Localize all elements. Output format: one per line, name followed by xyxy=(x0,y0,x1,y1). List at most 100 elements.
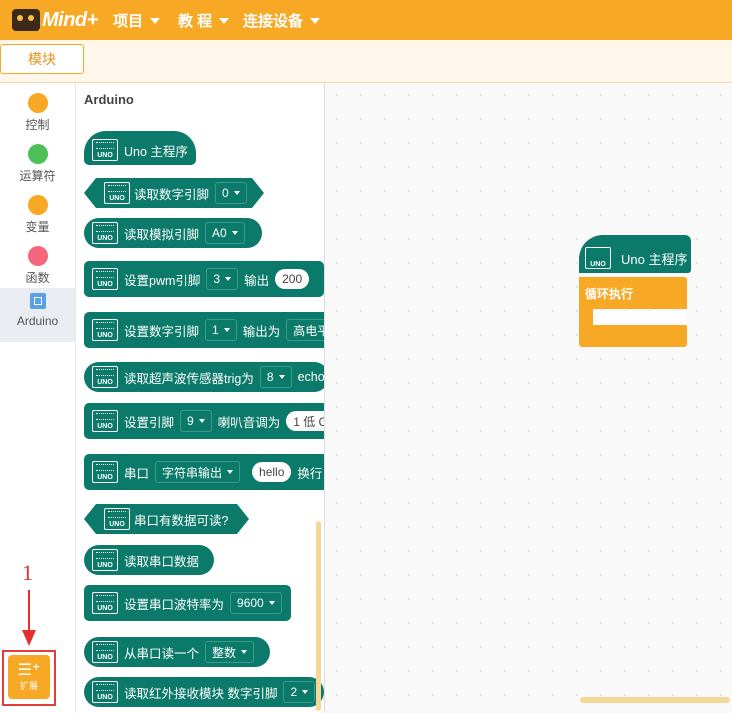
block-label: 喇叭音调为 xyxy=(217,415,281,430)
serial-text-input[interactable]: hello xyxy=(252,462,292,482)
code-workspace[interactable] xyxy=(325,83,732,713)
block-serial-available[interactable]: UNO 串口有数据可读? xyxy=(84,504,249,534)
menu-connect-device[interactable]: 连接设备 xyxy=(243,10,321,31)
block-label: 换行 xyxy=(297,466,323,481)
pin-dropdown[interactable]: 1 xyxy=(205,319,237,341)
menu-tutorial[interactable]: 教 程 xyxy=(178,10,230,31)
dropdown-value: 高电平 xyxy=(293,323,324,338)
operators-color-dot xyxy=(27,144,48,164)
block-read-ir-receiver[interactable]: UNO 读取红外接收模块 数字引脚 2 xyxy=(84,677,324,707)
loop-slot xyxy=(593,311,687,323)
menu-project-label: 项目 xyxy=(113,13,144,30)
block-label: 设置引脚 xyxy=(124,415,175,430)
uno-board-icon: UNO xyxy=(92,222,118,244)
menu-tutorial-label: 教 程 xyxy=(178,13,213,30)
palette-scrollbar[interactable] xyxy=(316,521,321,711)
control-color-dot xyxy=(27,93,48,113)
pin-dropdown[interactable]: 2 xyxy=(283,681,316,703)
category-label: 函数 xyxy=(25,271,50,285)
category-label: 变量 xyxy=(25,220,50,234)
block-label: 输出为 xyxy=(242,324,281,339)
tone-value-input[interactable]: 1 低 C xyxy=(286,411,324,431)
block-label: echo xyxy=(297,370,325,384)
uno-board-icon: UNO xyxy=(92,549,118,571)
top-bar: Mind+ 项目 教 程 连接设备 xyxy=(0,0,732,40)
block-set-baud-rate[interactable]: UNO 设置串口波特率为 9600 xyxy=(84,585,291,621)
block-set-buzzer-tone[interactable]: UNO 设置引脚 9 喇叭音调为 1 低 C xyxy=(84,403,324,439)
category-control[interactable]: 控制 xyxy=(0,88,75,138)
variables-color-dot xyxy=(27,195,48,215)
block-uno-main[interactable]: UNO Uno 主程序 xyxy=(84,131,196,165)
output-mode-dropdown[interactable]: 字符串输出 xyxy=(155,461,241,483)
annotation-arrow-line xyxy=(28,590,30,632)
uno-board-icon: UNO xyxy=(92,139,118,161)
pin-dropdown[interactable]: 0 xyxy=(215,182,247,204)
chevron-down-icon xyxy=(219,17,230,24)
pin-dropdown[interactable]: 9 xyxy=(180,410,212,432)
workspace-loop-block[interactable]: 循环执行 xyxy=(579,277,687,309)
extension-button[interactable]: ☰⁺ 扩展 xyxy=(8,655,50,699)
pwm-value-input[interactable]: 200 xyxy=(275,269,310,289)
trig-pin-dropdown[interactable]: 8 xyxy=(259,366,292,388)
category-functions[interactable]: 函数 xyxy=(0,241,75,291)
baud-rate-dropdown[interactable]: 9600 xyxy=(230,592,282,614)
chevron-down-icon xyxy=(302,690,309,694)
uno-board-icon: UNO xyxy=(92,681,118,703)
dropdown-value: A0 xyxy=(212,226,227,240)
uno-board-icon: UNO xyxy=(92,366,118,388)
block-label: 读取数字引脚 xyxy=(134,187,210,202)
block-set-pwm-pin[interactable]: UNO 设置pwm引脚 3 输出 200 xyxy=(84,261,324,297)
block-label: Uno 主程序 xyxy=(621,252,688,267)
block-label: 输出 xyxy=(244,273,270,288)
loop-label: 循环执行 xyxy=(585,287,634,301)
uno-board-icon: UNO xyxy=(585,247,611,269)
block-label: Uno 主程序 xyxy=(124,144,188,159)
annotation-arrow-head xyxy=(22,630,36,646)
chevron-down-icon xyxy=(241,650,248,654)
block-label: 读取红外接收模块 数字引脚 xyxy=(124,686,278,701)
block-read-ultrasonic[interactable]: UNO 读取超声波传感器trig为 8 echo xyxy=(84,362,325,392)
chip-icon xyxy=(29,293,46,309)
app-logo[interactable]: Mind+ xyxy=(12,6,98,34)
tab-modules[interactable]: 模块 xyxy=(0,44,84,74)
block-label: 串口 xyxy=(124,466,150,481)
workspace-hscrollbar[interactable] xyxy=(580,697,730,703)
extension-icon: ☰⁺ xyxy=(17,661,41,679)
category-label: Arduino xyxy=(16,314,59,328)
chevron-down-icon xyxy=(225,277,232,281)
block-read-analog-pin[interactable]: UNO 读取模拟引脚 A0 xyxy=(84,218,262,248)
level-dropdown[interactable]: 高电平 xyxy=(286,319,324,341)
pin-dropdown[interactable]: 3 xyxy=(206,268,239,290)
chevron-down-icon xyxy=(223,328,230,332)
block-label: 读取超声波传感器trig为 xyxy=(124,371,254,386)
category-variables[interactable]: 变量 xyxy=(0,190,75,240)
palette-title: Arduino xyxy=(84,92,134,107)
uno-board-icon: UNO xyxy=(92,461,118,483)
block-label: 设置pwm引脚 xyxy=(124,273,201,288)
uno-board-icon: UNO xyxy=(92,641,118,663)
functions-color-dot xyxy=(27,246,48,266)
type-dropdown[interactable]: 整数 xyxy=(205,641,255,663)
category-operators[interactable]: 运算符 xyxy=(0,139,75,189)
menu-connect-label: 连接设备 xyxy=(243,13,304,30)
block-serial-output[interactable]: UNO 串口 字符串输出 hello 换行 xyxy=(84,454,324,490)
chevron-down-icon xyxy=(150,17,161,24)
tab-bar: 模块 xyxy=(0,40,732,83)
block-read-serial[interactable]: UNO 读取串口数据 xyxy=(84,545,214,575)
block-serial-read-one[interactable]: UNO 从串口读一个 整数 xyxy=(84,637,270,667)
dropdown-value: 0 xyxy=(222,186,229,200)
category-arduino[interactable]: Arduino xyxy=(0,288,75,342)
category-label: 运算符 xyxy=(19,169,56,183)
block-read-digital-pin[interactable]: UNO 读取数字引脚 0 xyxy=(84,178,264,208)
annotation-number: 1 xyxy=(22,560,33,585)
loop-arm xyxy=(579,309,593,325)
workspace-uno-main-block[interactable]: UNO Uno 主程序 xyxy=(579,235,691,273)
uno-board-icon: UNO xyxy=(104,508,130,530)
category-label: 控制 xyxy=(25,118,50,132)
chevron-down-icon xyxy=(278,375,285,379)
menu-project[interactable]: 项目 xyxy=(113,10,161,31)
uno-board-icon: UNO xyxy=(92,410,118,432)
block-set-digital-pin[interactable]: UNO 设置数字引脚 1 输出为 高电平 xyxy=(84,312,324,348)
chevron-down-icon xyxy=(198,419,205,423)
pin-dropdown[interactable]: A0 xyxy=(205,222,245,244)
